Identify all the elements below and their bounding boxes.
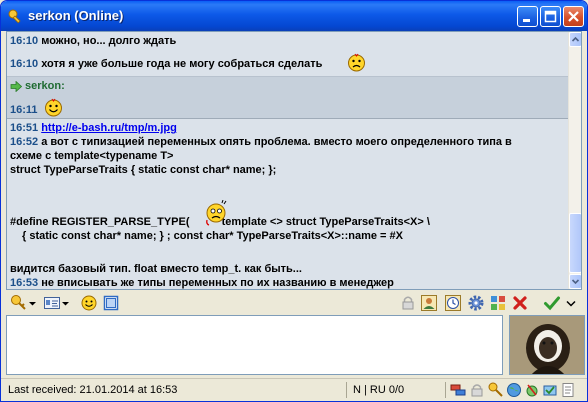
close-icon xyxy=(513,296,527,310)
message-text: template <> struct TypeParseTraits<X> \ xyxy=(221,216,430,228)
timestamp: 16:11 xyxy=(10,104,38,116)
send-button[interactable] xyxy=(543,294,561,312)
contact-info-dropdown[interactable] xyxy=(61,294,70,312)
smiley-icon xyxy=(81,295,97,311)
message-text: struct TypeParseTraits { static const ch… xyxy=(10,164,277,176)
message-line: видится базовый тип. float вместо temp_t… xyxy=(10,263,302,276)
minimize-button[interactable] xyxy=(517,6,538,27)
maximize-icon xyxy=(544,10,557,23)
message-text: хотя я уже больше года не могу собраться… xyxy=(41,58,323,70)
settings-button[interactable] xyxy=(467,294,485,312)
sad-smiley-icon xyxy=(348,53,365,72)
status-bar: Last received: 21.01.2014 at 16:53 N | R… xyxy=(1,378,587,401)
close-icon xyxy=(568,11,579,22)
minimize-icon xyxy=(523,19,530,22)
chevron-down-icon xyxy=(29,302,36,306)
message-line: { static const char* name; } ; const cha… xyxy=(22,230,403,243)
status-separator xyxy=(445,382,446,398)
title-bar[interactable]: serkon (Online) xyxy=(1,1,587,31)
scroll-thumb[interactable] xyxy=(569,213,581,273)
smiley-icon xyxy=(45,98,62,117)
message-text: схеме с template<typename T> xyxy=(10,150,174,162)
user-details-button[interactable] xyxy=(420,294,438,312)
message-toolbar xyxy=(6,292,582,314)
chevron-down-icon xyxy=(571,279,580,285)
status-separator xyxy=(346,382,347,398)
timestamp: 16:53 xyxy=(10,277,39,289)
message-group-outgoing: 16:10 можно, но... долго ждать 16:10 хот… xyxy=(7,32,568,77)
input-mode-text: N | RU 0/0 xyxy=(353,384,405,396)
key-icon xyxy=(8,9,21,24)
vertical-scrollbar[interactable] xyxy=(568,32,581,289)
send-check-icon xyxy=(544,296,560,311)
message-text: видится базовый тип. float вместо temp_t… xyxy=(10,263,302,275)
message-link[interactable]: http://e-bash.ru/tmp/m.jpg xyxy=(41,122,177,134)
message-line: 16:52 а вот с типизацией переменных опят… xyxy=(10,136,512,149)
chat-log[interactable]: 16:10 можно, но... долго ждать 16:10 хот… xyxy=(6,31,582,290)
message-line: 16:53 не вписывать же типы переменных по… xyxy=(10,277,394,289)
close-button[interactable] xyxy=(563,6,584,27)
chevron-down-icon xyxy=(62,302,69,306)
key-icon[interactable] xyxy=(488,382,504,398)
message-line: 16:10 хотя я уже больше года не могу соб… xyxy=(10,58,322,71)
message-text: { static const char* name; } ; const cha… xyxy=(22,230,403,242)
window-title: serkon (Online) xyxy=(28,8,124,23)
timestamp: 16:51 xyxy=(10,122,39,134)
message-text: не вписывать же типы переменных по их на… xyxy=(41,277,394,289)
last-received-text: Last received: 21.01.2014 at 16:53 xyxy=(8,384,178,396)
history-icon xyxy=(103,295,119,311)
network-icon[interactable] xyxy=(450,382,466,398)
insert-smiley-button[interactable] xyxy=(80,294,98,312)
clock-icon xyxy=(445,295,461,311)
arrow-right-icon xyxy=(10,81,22,92)
block-icon xyxy=(491,296,505,310)
message-group-outgoing: 16:51 http://e-bash.ru/tmp/m.jpg 16:52 а… xyxy=(7,119,568,289)
user-info-icon xyxy=(421,295,437,311)
quote-button[interactable] xyxy=(489,294,507,312)
avatar xyxy=(509,315,585,375)
message-text: можно, но... долго ждать xyxy=(41,35,177,47)
avatar-image xyxy=(510,316,584,374)
message-text: а вот с типизацией переменных опять проб… xyxy=(41,136,512,148)
timestamp: 16:10 xyxy=(10,58,39,70)
chevron-down-icon xyxy=(566,300,576,307)
message-line: struct TypeParseTraits { static const ch… xyxy=(10,164,276,177)
message-line: схеме с template<typename T> xyxy=(10,150,174,163)
chevron-up-icon xyxy=(571,36,580,42)
chat-window: serkon (Online) 16:10 можно, но... долго… xyxy=(0,0,588,402)
globe-icon[interactable] xyxy=(506,382,522,398)
message-line: 16:10 можно, но... долго ждать xyxy=(10,35,176,48)
timestamp-toggle-button[interactable] xyxy=(444,294,462,312)
history-button[interactable] xyxy=(102,294,120,312)
plugin-icon[interactable] xyxy=(542,382,558,398)
message-line: 16:11 xyxy=(10,104,38,117)
send-options-dropdown[interactable] xyxy=(565,294,577,312)
confused-smiley-icon xyxy=(206,200,227,226)
timestamp: 16:10 xyxy=(10,35,39,47)
encryption-dropdown[interactable] xyxy=(28,294,37,312)
plugin-icon[interactable] xyxy=(524,382,540,398)
scroll-down-button[interactable] xyxy=(569,274,581,289)
message-group-incoming: serkon: 16:11 xyxy=(7,77,568,119)
cancel-button[interactable] xyxy=(511,294,529,312)
lock-icon xyxy=(402,296,414,310)
contact-info-button[interactable] xyxy=(43,294,61,312)
contact-card-icon xyxy=(44,297,60,309)
lock-icon[interactable] xyxy=(469,382,485,398)
message-line: 16:51 http://e-bash.ru/tmp/m.jpg xyxy=(10,122,177,135)
key-icon xyxy=(11,295,26,310)
gear-icon xyxy=(468,295,484,311)
maximize-button[interactable] xyxy=(540,6,561,27)
encryption-button[interactable] xyxy=(10,294,28,312)
message-input[interactable] xyxy=(6,315,503,375)
message-list: 16:10 можно, но... долго ждать 16:10 хот… xyxy=(7,32,568,289)
timestamp: 16:52 xyxy=(10,136,39,148)
secure-button[interactable] xyxy=(399,294,417,312)
sender-line: serkon: xyxy=(10,80,65,93)
message-text: #define REGISTER_PARSE_TYPE( xyxy=(10,216,190,228)
notes-icon[interactable] xyxy=(560,382,576,398)
scroll-up-button[interactable] xyxy=(569,32,581,47)
